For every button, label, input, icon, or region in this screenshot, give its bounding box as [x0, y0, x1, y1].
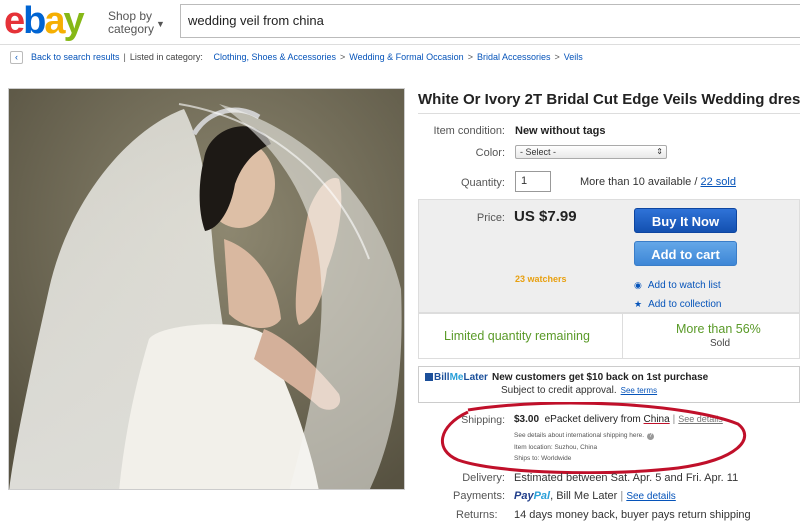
sold-percent-box	[622, 313, 800, 359]
sold-percent-text: More than 56%	[676, 322, 761, 336]
buy-it-now-button[interactable]: Buy It Now	[634, 208, 737, 233]
breadcrumb-item-wedding[interactable]: Wedding & Formal Occasion	[349, 52, 463, 62]
sold-count-link[interactable]: 22 sold	[700, 176, 735, 188]
listed-in-label: Listed in category:	[129, 51, 203, 62]
bml-sub-label: Subject to credit approval.	[501, 385, 617, 396]
eye-icon: ◉	[634, 280, 642, 290]
availability-text: More than 10 available /	[580, 176, 698, 188]
bride-veil-photo	[9, 89, 404, 489]
color-label: Color:	[475, 147, 505, 159]
breadcrumb-separator: >	[554, 51, 560, 62]
bill-me-later-text: , Bill Me Later	[550, 490, 618, 502]
payments-value: PayPal, Bill Me Later | See details	[514, 490, 676, 502]
search-input-value: wedding veil from china	[188, 13, 324, 28]
category-label: category	[108, 22, 155, 36]
watch-list-label: Add to watch list	[647, 280, 721, 291]
bml-subtext: Subject to credit approval. See terms	[501, 385, 657, 396]
breadcrumb-separator: >	[340, 51, 346, 62]
price-value: US $7.99	[514, 208, 577, 225]
watchers-count: 23 watchers	[515, 274, 567, 284]
returns-value: 14 days money back, buyer pays return sh…	[514, 509, 751, 521]
color-select[interactable]: - Select - ⇕	[515, 145, 667, 159]
bml-logo-later: Later	[463, 372, 488, 383]
price-label: Price:	[476, 212, 505, 224]
shop-by-category-button[interactable]: Shop by category ▼	[108, 10, 165, 36]
paypal-pay: Pay	[514, 490, 534, 502]
add-to-cart-button[interactable]: Add to cart	[634, 241, 737, 266]
bml-see-terms-link[interactable]: See terms	[621, 386, 657, 395]
logo-letter-a: a	[44, 0, 65, 42]
breadcrumb-item-bridal-accessories[interactable]: Bridal Accessories	[477, 52, 551, 62]
bml-headline: New customers get $10 back on 1st purcha…	[492, 372, 709, 383]
red-annotation-circle	[441, 402, 747, 474]
breadcrumb-separator: >	[467, 51, 473, 62]
breadcrumb-item-veils[interactable]: Veils	[564, 52, 583, 62]
title-divider	[418, 113, 800, 114]
limited-quantity-text: Limited quantity remaining	[444, 329, 590, 343]
payments-divider: |	[620, 490, 624, 502]
bml-logo-bill: Bill	[434, 372, 450, 383]
quantity-label: Quantity:	[460, 177, 505, 189]
paypal-logo: PayPal	[514, 490, 550, 502]
availability: More than 10 available / 22 sold	[580, 176, 736, 188]
header-divider	[0, 44, 800, 45]
condition-value: New without tags	[515, 125, 606, 137]
sold-label: Sold	[710, 338, 731, 349]
bill-me-later-logo: BillMeLater	[425, 372, 488, 383]
back-arrow-icon[interactable]: ‹	[10, 51, 23, 64]
payments-see-details-link[interactable]: See details	[626, 491, 675, 502]
add-to-collection-link[interactable]: ★ Add to collection	[634, 294, 721, 312]
quantity-input[interactable]: 1	[515, 171, 551, 192]
product-image[interactable]	[8, 88, 405, 490]
ebay-logo[interactable]: ebay	[4, 0, 85, 42]
select-arrows-icon: ⇕	[656, 147, 663, 156]
condition-label: Item condition:	[433, 125, 505, 137]
bml-logo-me: Me	[449, 372, 464, 383]
logo-letter-b: b	[23, 0, 46, 42]
delivery-value: Estimated between Sat. Apr. 5 and Fri. A…	[514, 472, 739, 484]
breadcrumb-item-clothing[interactable]: Clothing, Shoes & Accessories	[213, 52, 336, 62]
returns-label: Returns:	[456, 509, 498, 521]
color-select-value: - Select -	[520, 147, 557, 157]
back-to-search-link[interactable]: Back to search results	[31, 52, 120, 62]
bml-check-icon	[425, 373, 433, 381]
star-icon: ★	[634, 299, 643, 309]
product-title: White Or Ivory 2T Bridal Cut Edge Veils …	[418, 91, 800, 108]
breadcrumb-divider: |	[123, 51, 126, 62]
payments-label: Payments:	[453, 490, 505, 502]
chevron-down-icon: ▼	[156, 19, 165, 29]
paypal-pal: Pal	[533, 490, 551, 502]
logo-letter-e: e	[4, 0, 25, 42]
add-to-watch-list-link[interactable]: ◉ Add to watch list	[634, 275, 721, 293]
logo-letter-y: y	[63, 0, 85, 42]
collection-label: Add to collection	[648, 299, 722, 310]
breadcrumb: ‹ Back to search results | Listed in catego…	[10, 51, 583, 64]
delivery-label: Delivery:	[462, 472, 505, 484]
